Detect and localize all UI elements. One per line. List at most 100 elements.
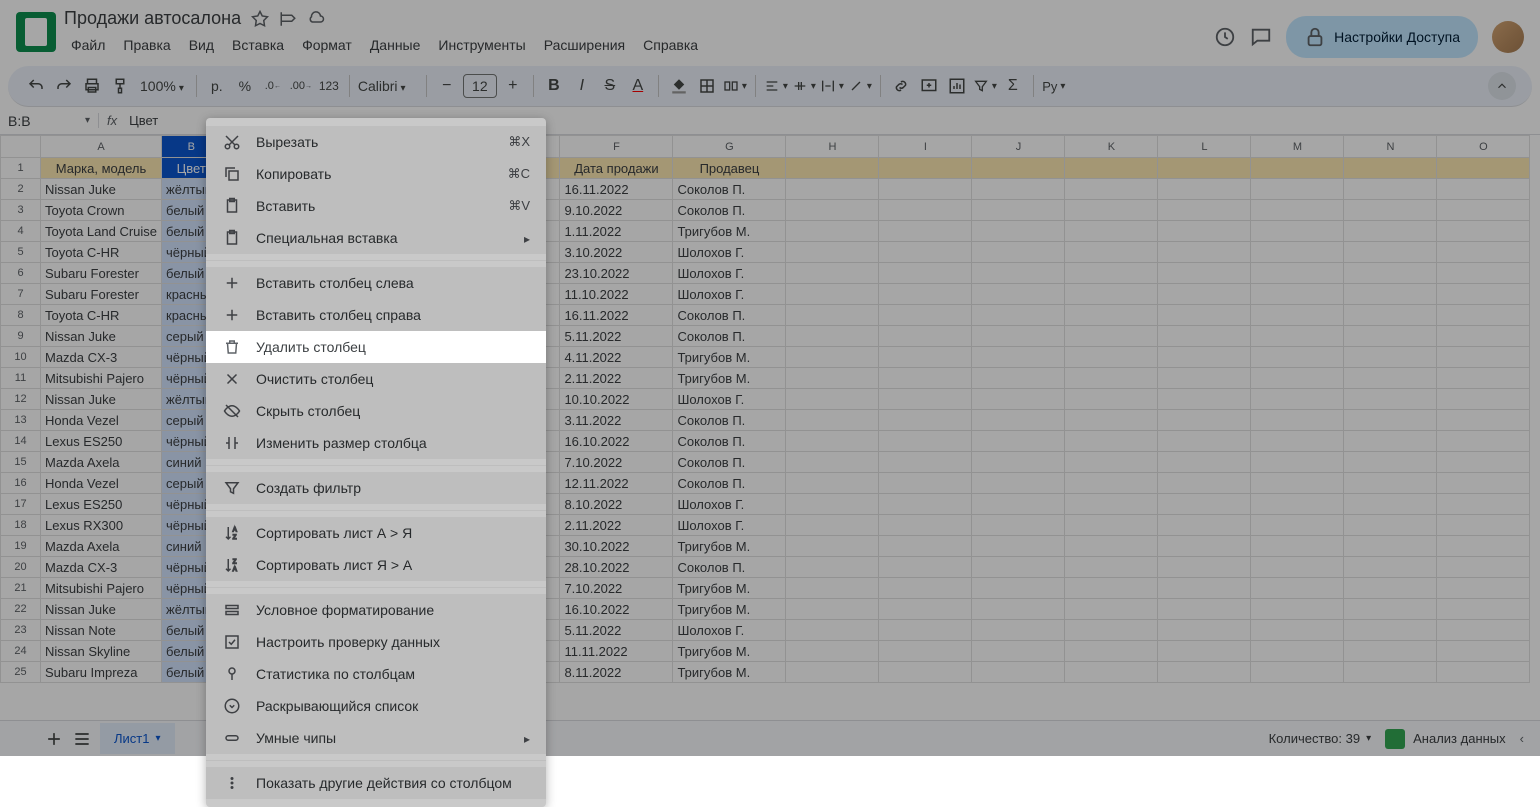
- cell[interactable]: [1158, 305, 1251, 326]
- cloud-icon[interactable]: [307, 10, 325, 28]
- cell[interactable]: [1251, 473, 1344, 494]
- cell[interactable]: [879, 515, 972, 536]
- cell[interactable]: 23.10.2022: [560, 263, 673, 284]
- cell[interactable]: [879, 305, 972, 326]
- cell[interactable]: 5.11.2022: [560, 620, 673, 641]
- cell[interactable]: [1158, 557, 1251, 578]
- context-menu-item[interactable]: Скрыть столбец: [206, 395, 546, 427]
- currency-button[interactable]: р.: [205, 74, 229, 98]
- cell[interactable]: 2.11.2022: [560, 515, 673, 536]
- cell[interactable]: [1344, 410, 1437, 431]
- context-menu-item[interactable]: Умные чипы: [206, 722, 546, 754]
- cell[interactable]: [1344, 263, 1437, 284]
- merge-button[interactable]: [723, 74, 747, 98]
- cell[interactable]: [1065, 347, 1158, 368]
- cell[interactable]: Subaru Forester: [41, 263, 162, 284]
- cell[interactable]: [1251, 599, 1344, 620]
- cell[interactable]: 2.11.2022: [560, 368, 673, 389]
- cell[interactable]: [1251, 305, 1344, 326]
- cell[interactable]: [1158, 326, 1251, 347]
- cell[interactable]: [1437, 662, 1530, 683]
- cell[interactable]: [972, 536, 1065, 557]
- row-head-20[interactable]: 20: [1, 557, 41, 578]
- cell[interactable]: [879, 263, 972, 284]
- cell[interactable]: [1158, 347, 1251, 368]
- cell[interactable]: [1437, 263, 1530, 284]
- cell[interactable]: Шолохов Г.: [673, 284, 786, 305]
- star-icon[interactable]: [251, 10, 269, 28]
- cell[interactable]: [972, 200, 1065, 221]
- row-head-18[interactable]: 18: [1, 515, 41, 536]
- cell[interactable]: [786, 284, 879, 305]
- functions-button[interactable]: Σ: [1001, 74, 1025, 98]
- cell[interactable]: [1344, 242, 1437, 263]
- cell[interactable]: Honda Vezel: [41, 410, 162, 431]
- cell[interactable]: [1344, 326, 1437, 347]
- cell[interactable]: Тригубов М.: [673, 662, 786, 683]
- cell[interactable]: [1065, 578, 1158, 599]
- cell[interactable]: 10.10.2022: [560, 389, 673, 410]
- cell[interactable]: [1158, 368, 1251, 389]
- cell[interactable]: [879, 242, 972, 263]
- link-button[interactable]: [889, 74, 913, 98]
- cell[interactable]: Nissan Juke: [41, 326, 162, 347]
- cell[interactable]: [1065, 494, 1158, 515]
- cell[interactable]: 16.11.2022: [560, 305, 673, 326]
- cell[interactable]: [879, 179, 972, 200]
- cell[interactable]: [786, 242, 879, 263]
- row-head-5[interactable]: 5: [1, 242, 41, 263]
- cell[interactable]: [786, 347, 879, 368]
- cell[interactable]: [1158, 242, 1251, 263]
- cell[interactable]: 16.10.2022: [560, 431, 673, 452]
- cell[interactable]: Тригубов М.: [673, 347, 786, 368]
- cell[interactable]: [1251, 452, 1344, 473]
- col-header-F[interactable]: F: [560, 136, 673, 158]
- cell[interactable]: [1344, 620, 1437, 641]
- cell[interactable]: [786, 641, 879, 662]
- cell[interactable]: [786, 305, 879, 326]
- russian-button[interactable]: Ру: [1042, 74, 1066, 98]
- cell[interactable]: [1251, 326, 1344, 347]
- cell[interactable]: [879, 494, 972, 515]
- cell[interactable]: [786, 410, 879, 431]
- cell[interactable]: [1158, 284, 1251, 305]
- cell[interactable]: [1065, 389, 1158, 410]
- cell[interactable]: [1344, 200, 1437, 221]
- cell[interactable]: [1251, 641, 1344, 662]
- add-sheet-button[interactable]: [44, 729, 64, 749]
- cell[interactable]: [1158, 662, 1251, 683]
- col-header-N[interactable]: N: [1344, 136, 1437, 158]
- cell[interactable]: [1437, 179, 1530, 200]
- cell[interactable]: [972, 410, 1065, 431]
- row-head-16[interactable]: 16: [1, 473, 41, 494]
- cell[interactable]: Соколов П.: [673, 431, 786, 452]
- cell[interactable]: [1437, 200, 1530, 221]
- cell[interactable]: [1065, 641, 1158, 662]
- col-header-L[interactable]: L: [1158, 136, 1251, 158]
- cell[interactable]: [1344, 494, 1437, 515]
- cell[interactable]: Nissan Juke: [41, 599, 162, 620]
- cell[interactable]: [1251, 536, 1344, 557]
- cell[interactable]: [1344, 452, 1437, 473]
- col-header-O[interactable]: O: [1437, 136, 1530, 158]
- row-head-3[interactable]: 3: [1, 200, 41, 221]
- cell[interactable]: [1158, 515, 1251, 536]
- cell[interactable]: [1437, 536, 1530, 557]
- cell[interactable]: [786, 326, 879, 347]
- cell[interactable]: [1437, 641, 1530, 662]
- cell[interactable]: [1344, 515, 1437, 536]
- col-header-[interactable]: [1, 136, 41, 158]
- cell[interactable]: [1158, 536, 1251, 557]
- cell[interactable]: Mazda CX-3: [41, 347, 162, 368]
- cell[interactable]: [1344, 389, 1437, 410]
- cell[interactable]: [1065, 536, 1158, 557]
- cell[interactable]: [1065, 368, 1158, 389]
- cell[interactable]: Соколов П.: [673, 326, 786, 347]
- cell[interactable]: 8.11.2022: [560, 662, 673, 683]
- cell[interactable]: [972, 641, 1065, 662]
- font-size-decrease[interactable]: −: [435, 74, 459, 98]
- halign-button[interactable]: [764, 74, 788, 98]
- context-menu-item[interactable]: AZСортировать лист А > Я: [206, 517, 546, 549]
- cell[interactable]: Тригубов М.: [673, 641, 786, 662]
- cell[interactable]: Honda Vezel: [41, 473, 162, 494]
